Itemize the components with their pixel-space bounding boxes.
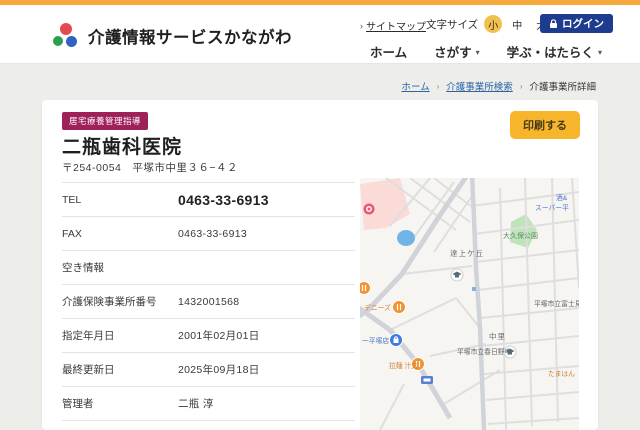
table-row-fax: FAX 0463-33-6913 — [62, 217, 355, 251]
table-row-designation-date: 指定年月日 2001年02月01日 — [62, 319, 355, 353]
site-title: 介護情報サービスかながわ — [88, 28, 292, 47]
login-label: ログイン — [562, 18, 604, 30]
font-size-control: 文字サイズ 小 中 大 — [426, 15, 550, 33]
map-label-supermarket: スーパー平 — [535, 204, 569, 212]
site-logo[interactable]: 介護情報サービスかながわ — [52, 23, 292, 48]
table-row-last-updated: 最終更新日 2025年09月18日 — [62, 353, 355, 387]
breadcrumb-separator-icon: › — [519, 81, 523, 91]
table-row-availability: 空き情報 — [62, 251, 355, 285]
font-size-small-button[interactable]: 小 — [484, 15, 503, 33]
facility-address: 〒254-0054 平塚市中里３６−４２ — [62, 162, 239, 174]
store-icon[interactable] — [389, 333, 403, 347]
nav-home[interactable]: ホーム — [370, 42, 407, 61]
font-size-label: 文字サイズ — [426, 18, 479, 31]
main-nav: ホーム さがす ▾ 学ぶ・はたらく ▾ — [370, 42, 602, 61]
nav-search[interactable]: さがす ▾ — [434, 42, 480, 61]
breadcrumb: ホーム › 介護事業所検索 › 介護事業所詳細 — [401, 79, 596, 94]
restaurant-icon[interactable] — [360, 281, 371, 295]
print-button[interactable]: 印刷する — [510, 111, 580, 139]
transit-badge-icon[interactable] — [421, 376, 433, 384]
map-label-school1: 平塚市立春日野中 — [457, 347, 512, 356]
chevron-down-icon: ▾ — [475, 48, 480, 57]
facility-detail-table: TEL 0463-33-6913 FAX 0463-33-6913 空き情報 介… — [62, 182, 355, 421]
breadcrumb-current: 介護事業所詳細 — [529, 82, 596, 93]
map-label-dennys: デニーズ — [364, 303, 391, 312]
facility-detail-card: 居宅療養管理指導 印刷する 二瓶歯科医院 〒254-0054 平塚市中里３６−４… — [42, 100, 598, 430]
map-label-district2: 中里 — [489, 331, 506, 341]
map-pond — [397, 230, 415, 246]
logo-dots-icon — [52, 23, 79, 48]
hospital-marker-icon[interactable] — [363, 203, 375, 215]
font-size-medium-button[interactable]: 中 — [508, 15, 526, 33]
login-button[interactable]: ログイン — [540, 14, 613, 33]
lock-icon — [550, 18, 557, 28]
breadcrumb-separator-icon: › — [436, 81, 440, 91]
service-type-badge: 居宅療養管理指導 — [62, 112, 149, 130]
table-row-tel: TEL 0463-33-6913 — [62, 182, 355, 217]
breadcrumb-search[interactable]: 介護事業所検索 — [446, 79, 513, 93]
sitemap-link[interactable]: › サイトマップ — [360, 18, 426, 34]
breadcrumb-home[interactable]: ホーム — [401, 79, 429, 93]
restaurant-icon[interactable] — [392, 300, 406, 314]
school-icon[interactable] — [450, 268, 464, 282]
site-header: 介護情報サービスかながわ › サイトマップ 文字サイズ 小 中 大 ログイン ホ… — [0, 5, 640, 64]
map-label-district1: 達上ケ丘 — [450, 248, 484, 258]
map-label-liquor: 酒& — [556, 194, 568, 202]
map-label-store: 一平塚店 — [362, 336, 389, 345]
nav-learn-work[interactable]: 学ぶ・はたらく ▾ — [507, 42, 602, 61]
caret-right-icon: › — [360, 20, 363, 31]
map-label-ramen: 拉麺 汁力 — [389, 361, 418, 370]
map-label-tamahan: たまはん — [548, 370, 575, 378]
map-label-school2: 平塚市立富士見 — [534, 299, 579, 308]
facility-map[interactable]: 酒& スーパー平 大久保公園 達上ケ丘 平塚市立富士見 デニーズ 一平塚店 中里… — [360, 178, 579, 430]
map-label-park: 大久保公園 — [503, 231, 538, 240]
facility-name: 二瓶歯科医院 — [62, 137, 183, 158]
table-row-office-number: 介護保険事業所番号 1432001568 — [62, 285, 355, 319]
chevron-down-icon: ▾ — [597, 48, 602, 57]
table-row-manager: 管理者 二瓶 淳 — [62, 387, 355, 421]
map-water-dot — [472, 287, 476, 291]
